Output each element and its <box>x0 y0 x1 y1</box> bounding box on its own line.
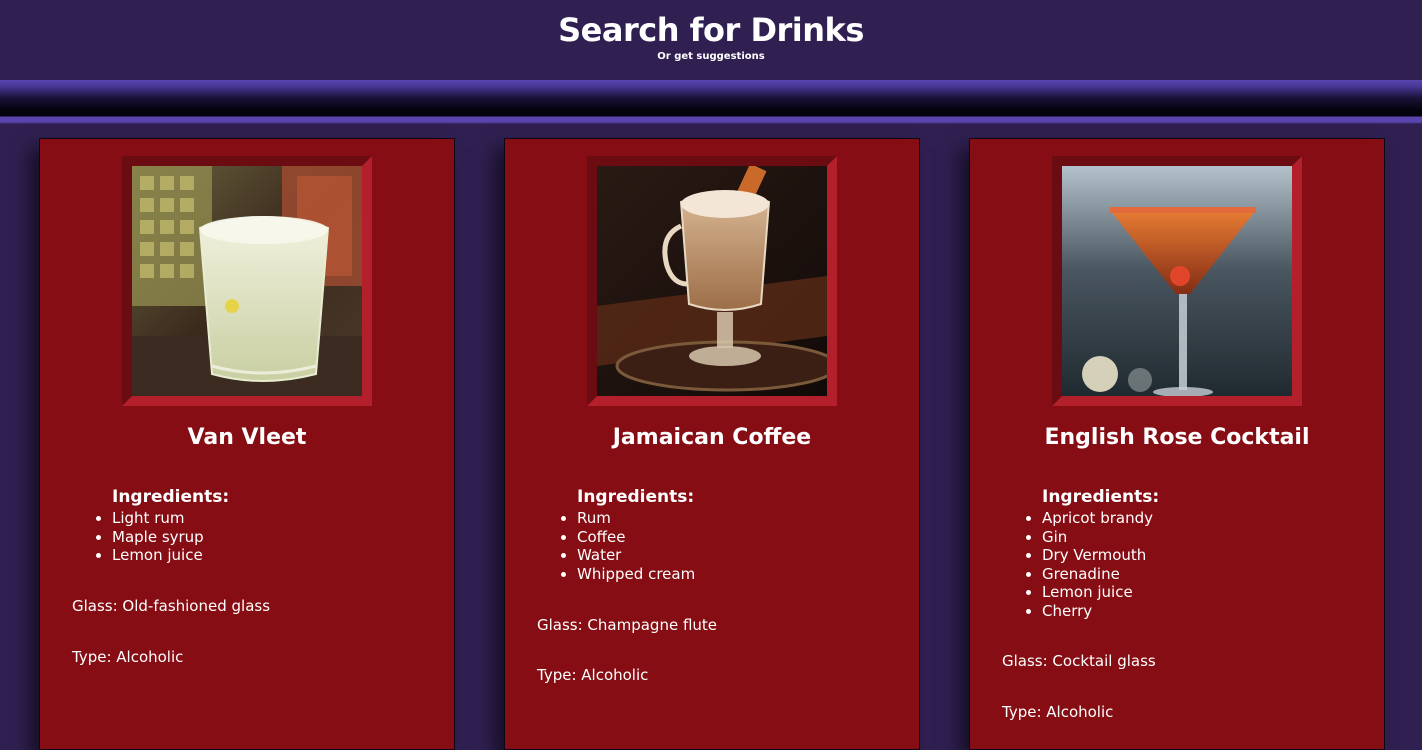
ingredient-item: Cherry <box>1026 602 1153 621</box>
glass-info: Glass: Cocktail glass <box>1002 652 1156 670</box>
coffee-glass-photo <box>597 166 827 396</box>
type-info: Type: Alcoholic <box>72 648 184 666</box>
ingredients-list: Apricot brandy Gin Dry Vermouth Grenadin… <box>1026 509 1153 621</box>
drink-image-frame <box>587 156 837 406</box>
martini-glass-photo <box>1062 166 1292 396</box>
ingredient-item: Rum <box>560 509 695 528</box>
lemon-rum-cocktail-photo <box>132 166 362 396</box>
ingredients-heading: Ingredients: <box>1042 487 1160 507</box>
ingredient-item: Dry Vermouth <box>1026 546 1153 565</box>
drink-name: Jamaican Coffee <box>612 425 812 450</box>
type-info: Type: Alcoholic <box>1002 703 1114 721</box>
ingredient-item: Maple syrup <box>96 527 204 546</box>
ingredient-item: Light rum <box>96 509 204 528</box>
drink-card[interactable]: English Rose Cocktail Ingredients: Apric… <box>969 138 1385 750</box>
page-header: Search for Drinks Or get suggestions <box>0 0 1422 80</box>
ingredient-item: Water <box>560 546 695 565</box>
page-title: Search for Drinks <box>558 11 864 49</box>
ingredients-list: Rum Coffee Water Whipped cream <box>560 509 696 583</box>
ingredient-item: Whipped cream <box>560 564 696 583</box>
glass-info: Glass: Champagne flute <box>537 616 718 634</box>
ingredients-heading: Ingredients: <box>112 487 230 507</box>
drink-name: English Rose Cocktail <box>1044 425 1310 450</box>
drink-name: Van Vleet <box>187 425 307 450</box>
ingredient-item: Apricot brandy <box>1026 509 1153 527</box>
ingredient-item: Lemon juice <box>96 546 203 564</box>
ingredient-item: Gin <box>1026 528 1153 547</box>
drink-image-frame <box>1052 156 1302 406</box>
drink-image-frame <box>122 156 372 406</box>
ingredient-item: Coffee <box>560 528 695 547</box>
ingredients-list: Light rum Maple syrup Lemon juice <box>96 509 204 565</box>
glass-info: Glass: Old-fashioned glass <box>72 597 271 615</box>
type-info: Type: Alcoholic <box>537 666 649 684</box>
ingredient-item: Lemon juice <box>1026 583 1153 602</box>
ingredient-item: Grenadine <box>1026 565 1153 584</box>
ingredients-heading: Ingredients: <box>577 487 695 507</box>
drink-card[interactable]: Van Vleet Ingredients: Light rum Maple s… <box>39 138 455 750</box>
drink-card[interactable]: Jamaican Coffee Ingredients: Rum Coffee … <box>504 138 920 750</box>
search-band <box>0 80 1422 124</box>
suggestions-link[interactable]: Or get suggestions <box>0 50 1422 64</box>
